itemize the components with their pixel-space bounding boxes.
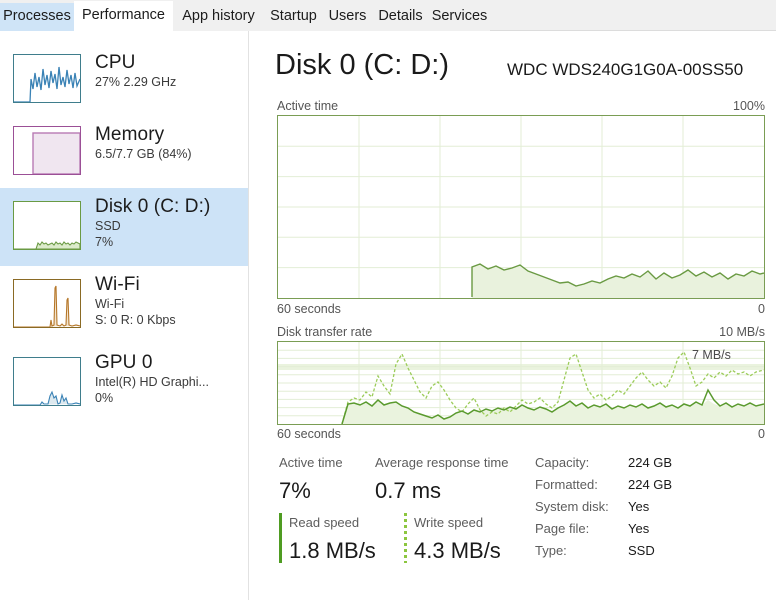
tab-app-history[interactable]: App history [173, 3, 264, 31]
response-time-stat-value: 0.7 ms [375, 478, 442, 503]
page-title: Disk 0 (C: D:) [275, 49, 449, 81]
transfer-rate-axis-left: 60 seconds [277, 427, 341, 441]
active-time-stat-value: 7% [279, 478, 311, 503]
active-time-axis-left: 60 seconds [277, 302, 341, 316]
disk-thumbnail-graph [13, 201, 81, 250]
disk-sparkline [14, 241, 80, 249]
sidebar-disk-sub2: 7% [95, 235, 114, 249]
formatted-value: 224 GB [628, 477, 673, 492]
memory-thumbnail-graph [13, 126, 81, 175]
active-time-chart-svg [278, 116, 764, 298]
sidebar-item-cpu[interactable]: CPU 27% 2.29 GHz [0, 44, 248, 116]
capacity-key: Capacity: [535, 455, 590, 470]
page-file-key: Page file: [535, 521, 590, 536]
sidebar-item-disk-0[interactable]: Disk 0 (C: D:) SSD 7% [0, 188, 248, 266]
transfer-rate-chart-caption: Disk transfer rate [277, 325, 373, 339]
sidebar-disk-sub1: SSD [95, 219, 121, 233]
sidebar-item-gpu-0[interactable]: GPU 0 Intel(R) HD Graphi... 0% [0, 344, 248, 422]
type-value: SSD [628, 543, 655, 558]
transfer-rate-inline-label: 7 MB/s [692, 348, 731, 362]
sidebar-gpu-sub2: 0% [95, 391, 114, 405]
sidebar-disk-title: Disk 0 (C: D:) [95, 196, 211, 217]
sidebar-cpu-title: CPU [95, 52, 136, 73]
active-time-area [472, 264, 764, 298]
wifi-sparkline [14, 285, 80, 327]
formatted-key: Formatted: [535, 477, 598, 492]
tab-details[interactable]: Details [372, 3, 429, 31]
sidebar-cpu-sub: 27% 2.29 GHz [95, 75, 177, 89]
active-time-axis-right: 0 [758, 302, 765, 316]
system-disk-key: System disk: [535, 499, 609, 514]
disk-model-name: WDC WDS240G1G0A-00SS50 [507, 60, 744, 79]
read-speed-color-swatch [279, 513, 282, 563]
wifi-thumbnail-graph [13, 279, 81, 328]
memory-fill-graph [32, 132, 80, 174]
tab-processes[interactable]: Processes [0, 3, 74, 31]
active-time-chart[interactable] [277, 115, 765, 299]
active-time-chart-caption: Active time [277, 99, 339, 113]
sidebar-memory-sub: 6.5/7.7 GB (84%) [95, 147, 192, 161]
write-speed-stat-label: Write speed [414, 515, 484, 530]
tab-users[interactable]: Users [323, 3, 372, 31]
active-time-chart-max: 100% [733, 99, 765, 113]
system-disk-value: Yes [628, 499, 650, 514]
gpu-sparkline [14, 390, 80, 405]
capacity-value: 224 GB [628, 455, 673, 470]
read-speed-stat-label: Read speed [289, 515, 360, 530]
sidebar-item-memory[interactable]: Memory 6.5/7.7 GB (84%) [0, 116, 248, 188]
sidebar-gpu-title: GPU 0 [95, 352, 153, 373]
transfer-rate-axis-right: 0 [758, 427, 765, 441]
tab-startup[interactable]: Startup [264, 3, 323, 31]
page-file-value: Yes [628, 521, 650, 536]
gpu-thumbnail-graph [13, 357, 81, 406]
sidebar-memory-title: Memory [95, 124, 165, 145]
active-time-stat-label: Active time [279, 455, 343, 470]
sidebar-wifi-sub1: Wi-Fi [95, 297, 125, 311]
write-speed-stat-value: 4.3 MB/s [414, 538, 501, 563]
read-speed-stat-value: 1.8 MB/s [289, 538, 376, 563]
sidebar-item-wifi[interactable]: Wi-Fi Wi-Fi S: 0 R: 0 Kbps [0, 266, 248, 344]
sidebar-wifi-sub2: S: 0 R: 0 Kbps [95, 313, 176, 327]
transfer-rate-chart-max: 10 MB/s [719, 325, 765, 339]
tab-services[interactable]: Services [429, 3, 490, 31]
tab-performance[interactable]: Performance [74, 1, 173, 31]
resource-sidebar: CPU 27% 2.29 GHz Memory 6.5/7.7 GB (84%)… [0, 31, 248, 600]
sidebar-wifi-title: Wi-Fi [95, 274, 140, 295]
type-key: Type: [535, 543, 567, 558]
sidebar-gpu-sub1: Intel(R) HD Graphi... [95, 375, 209, 389]
cpu-thumbnail-graph [13, 54, 81, 103]
cpu-sparkline [14, 66, 80, 102]
tab-strip: Processes Performance App history Startu… [0, 0, 776, 31]
write-speed-color-swatch [404, 513, 407, 563]
response-time-stat-label: Average response time [375, 455, 509, 470]
